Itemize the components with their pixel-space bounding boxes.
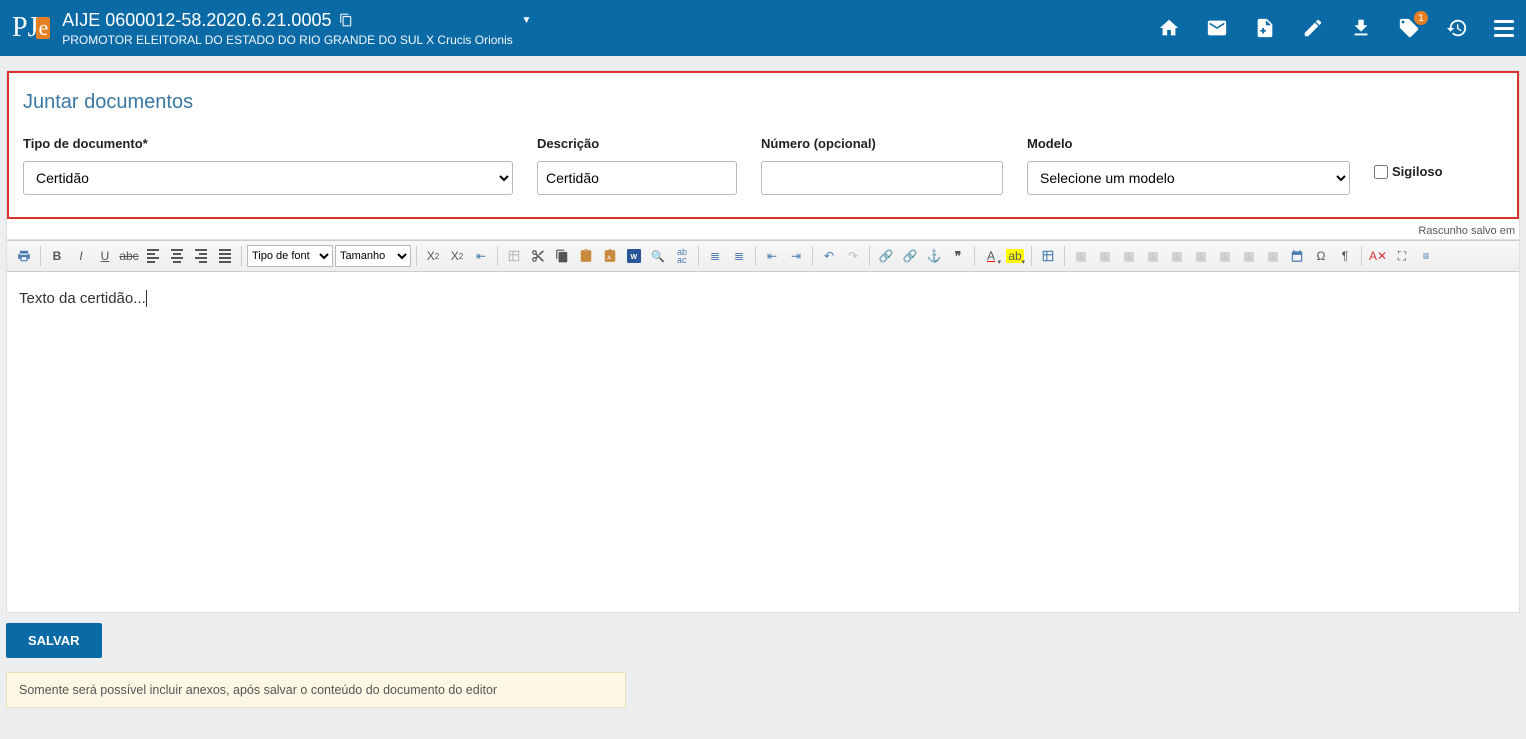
tipo-label: Tipo de documento* xyxy=(23,136,513,151)
history-icon[interactable] xyxy=(1446,17,1468,39)
tag-button[interactable]: 1 xyxy=(1398,17,1420,39)
editor-content[interactable]: Texto da certidão... xyxy=(7,272,1519,612)
row-after-button[interactable]: ▦ xyxy=(1094,245,1116,267)
home-icon[interactable] xyxy=(1158,17,1180,39)
blockquote-button[interactable]: ❞ xyxy=(947,245,969,267)
menu-icon[interactable] xyxy=(1494,20,1514,37)
superscript-button[interactable]: X2 xyxy=(446,245,468,267)
modelo-label: Modelo xyxy=(1027,136,1350,151)
align-justify-button[interactable] xyxy=(214,245,236,267)
sigiloso-label: Sigiloso xyxy=(1392,164,1443,179)
draft-status: Rascunho salvo em xyxy=(7,219,1519,239)
desc-input[interactable] xyxy=(537,161,737,195)
fullscreen-button[interactable]: ⛶ xyxy=(1391,245,1413,267)
align-left-button[interactable] xyxy=(142,245,164,267)
table-button[interactable] xyxy=(1037,245,1059,267)
edit-icon[interactable] xyxy=(1302,17,1324,39)
strike-button[interactable]: abc xyxy=(118,245,140,267)
svg-text:A: A xyxy=(607,256,611,262)
align-center-button[interactable] xyxy=(166,245,188,267)
dropdown-caret-icon[interactable]: ▼ xyxy=(521,15,531,26)
case-number: AIJE 0600012-58.2020.6.21.0005 xyxy=(62,10,331,31)
bg-color-button[interactable]: ab▾ xyxy=(1004,245,1026,267)
pilcrow-button[interactable]: ¶ xyxy=(1334,245,1356,267)
link-button[interactable]: 🔗 xyxy=(875,245,897,267)
num-label: Número (opcional) xyxy=(761,136,1003,151)
num-input[interactable] xyxy=(761,161,1003,195)
erase-format-button[interactable]: A✕ xyxy=(1367,245,1389,267)
mail-icon[interactable] xyxy=(1206,17,1228,39)
desc-label: Descrição xyxy=(537,136,737,151)
align-right-button[interactable] xyxy=(190,245,212,267)
merge-button[interactable]: ▦ xyxy=(1214,245,1236,267)
bullet-list-button[interactable]: ≣ xyxy=(704,245,726,267)
col-after-button[interactable]: ▦ xyxy=(1166,245,1188,267)
attachment-notice: Somente será possível incluir anexos, ap… xyxy=(6,672,626,708)
copy-button[interactable] xyxy=(551,245,573,267)
calendar-button[interactable] xyxy=(1286,245,1308,267)
row-before-button[interactable]: ▦ xyxy=(1070,245,1092,267)
app-header: PJe AIJE 0600012-58.2020.6.21.0005 ▼ PRO… xyxy=(0,0,1526,56)
case-parties: PROMOTOR ELEITORAL DO ESTADO DO RIO GRAN… xyxy=(62,33,531,47)
paste-word-button[interactable]: W xyxy=(623,245,645,267)
number-list-button[interactable]: ≣ xyxy=(728,245,750,267)
copy-icon[interactable] xyxy=(339,13,353,27)
sigiloso-checkbox[interactable] xyxy=(1374,165,1388,179)
document-panel: Juntar documentos Tipo de documento* Cer… xyxy=(6,70,1520,240)
table-delete-button[interactable]: ▦ xyxy=(1262,245,1284,267)
clear-format-button[interactable]: ⇤ xyxy=(470,245,492,267)
tipo-select[interactable]: Certidão xyxy=(23,161,513,195)
find-button[interactable]: 🔍 xyxy=(647,245,669,267)
line-height-button[interactable]: ≡ xyxy=(1415,245,1437,267)
paste-text-button[interactable]: A xyxy=(599,245,621,267)
row-delete-button[interactable]: ▦ xyxy=(1118,245,1140,267)
omega-button[interactable]: Ω xyxy=(1310,245,1332,267)
app-logo: PJe xyxy=(12,12,50,44)
unlink-button[interactable]: 🔗 xyxy=(899,245,921,267)
replace-button[interactable]: abac xyxy=(671,245,693,267)
modelo-select[interactable]: Selecione um modelo xyxy=(1027,161,1350,195)
save-button[interactable]: SALVAR xyxy=(6,623,102,658)
paste-button[interactable] xyxy=(575,245,597,267)
redo-button[interactable]: ↷ xyxy=(842,245,864,267)
indent-button[interactable]: ⇥ xyxy=(785,245,807,267)
subscript-button[interactable]: X2 xyxy=(422,245,444,267)
underline-button[interactable]: U xyxy=(94,245,116,267)
split-button[interactable]: ▦ xyxy=(1238,245,1260,267)
col-before-button[interactable]: ▦ xyxy=(1142,245,1164,267)
italic-button[interactable]: I xyxy=(70,245,92,267)
panel-title: Juntar documentos xyxy=(21,91,1505,114)
download-icon[interactable] xyxy=(1350,17,1372,39)
table-edit-button[interactable] xyxy=(503,245,525,267)
text-color-button[interactable]: A▾ xyxy=(980,245,1002,267)
undo-button[interactable]: ↶ xyxy=(818,245,840,267)
editor-toolbar: B I U abc Tipo de font Tamanho X2 X2 ⇤ A… xyxy=(7,240,1519,272)
font-family-select[interactable]: Tipo de font xyxy=(247,245,333,267)
font-size-select[interactable]: Tamanho xyxy=(335,245,411,267)
col-delete-button[interactable]: ▦ xyxy=(1190,245,1212,267)
rich-text-editor: B I U abc Tipo de font Tamanho X2 X2 ⇤ A… xyxy=(6,240,1520,613)
bold-button[interactable]: B xyxy=(46,245,68,267)
tag-badge: 1 xyxy=(1414,11,1428,25)
cut-button[interactable] xyxy=(527,245,549,267)
outdent-button[interactable]: ⇤ xyxy=(761,245,783,267)
anchor-button[interactable]: ⚓ xyxy=(923,245,945,267)
document-add-icon[interactable] xyxy=(1254,17,1276,39)
svg-text:W: W xyxy=(631,254,638,261)
print-icon[interactable] xyxy=(13,245,35,267)
